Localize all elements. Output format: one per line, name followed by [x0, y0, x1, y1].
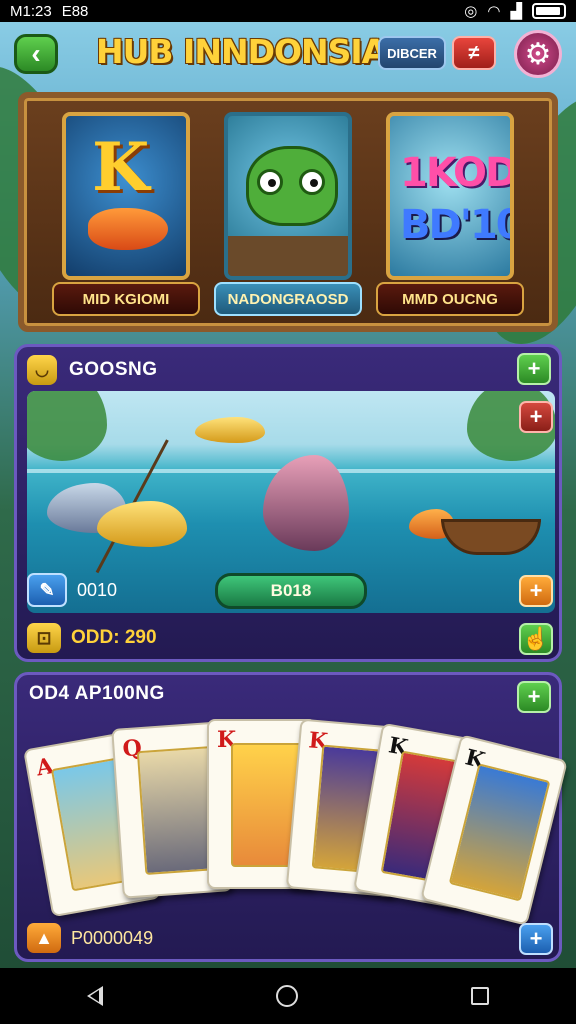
status-bar: M1:23 E88 ◎ ◠ ▟ — [0, 0, 576, 22]
add-button[interactable]: + — [517, 353, 551, 385]
panel-header: OD4 AP100NG — [29, 683, 165, 705]
nav-back-icon[interactable] — [86, 986, 103, 1006]
add-blue-button[interactable]: + — [519, 923, 553, 955]
nav-home-icon[interactable] — [275, 985, 298, 1007]
card-hand: A Q K K K K — [23, 715, 568, 926]
log-shape — [228, 236, 348, 276]
logo-line-2: BD'10 — [400, 202, 514, 248]
game-label: MID KGIOMI — [52, 282, 200, 316]
logo-line-1: 1KOD — [400, 150, 514, 196]
game-art-frog — [224, 112, 352, 280]
settings-button[interactable]: ⚙ — [514, 30, 562, 78]
status-extra: E88 — [61, 2, 89, 20]
panel-header: ◡ GOOSNG — [27, 355, 158, 385]
game-label: NADONGRAOSD — [214, 282, 362, 316]
panel-title: GOOSNG — [69, 359, 158, 380]
chevron-left-icon: ‹ — [31, 38, 41, 69]
odds-stat: ODD: 290 — [71, 627, 157, 648]
cards-panel: OD4 AP100NG + A Q K K K K ▲ P0000049 + — [14, 672, 568, 962]
nav-recents-icon[interactable] — [471, 987, 490, 1005]
app-title: HUB INNDONSIA — [96, 32, 387, 71]
koi-fish-icon — [88, 208, 168, 250]
panel-footer: ⊡ ODD: 290 — [27, 623, 555, 653]
panel-footer: ▲ P0000049 — [27, 923, 555, 953]
coin-icon: ⊡ — [27, 623, 61, 653]
wifi-icon: ◠ — [487, 3, 501, 20]
game-art-logo: 1KOD BD'10 — [386, 112, 514, 280]
remove-button[interactable]: + — [519, 401, 553, 433]
alarm-icon: ◎ — [464, 3, 478, 20]
edit-icon[interactable]: ✎ — [27, 573, 67, 607]
pointer-button[interactable]: ☝ — [519, 623, 553, 655]
fish-icon — [195, 417, 265, 443]
frog-icon — [246, 146, 338, 226]
back-button[interactable]: ‹ — [14, 34, 58, 74]
red-action-button[interactable]: ≠ — [452, 36, 496, 70]
fishing-panel: ◡ GOOSNG + + ✎ 0010 B018 + ⊡ ODD: 290 ☝ — [14, 344, 562, 662]
gear-icon: ⚙ — [524, 37, 552, 71]
warning-icon: ▲ — [27, 923, 61, 953]
signal-icon: ▟ — [510, 3, 522, 20]
chat-bubble-icon: ◡ — [27, 355, 57, 385]
order-button[interactable]: DIBCER — [378, 36, 446, 70]
boat-icon — [441, 519, 541, 555]
add-button[interactable]: + — [517, 681, 551, 713]
status-time: M1:23 — [10, 2, 52, 20]
game-card-1[interactable]: K MID KGIOMI — [52, 112, 200, 316]
system-nav-bar — [0, 968, 576, 1024]
game-art-letter: K — [92, 128, 150, 206]
top-bar: ‹ HUB INNDONSIA DIBCER ≠ ⚙ — [0, 22, 576, 86]
add-orange-button[interactable]: + — [519, 575, 553, 607]
panel-title: OD4 AP100NG — [29, 683, 165, 704]
game-art-koi: K — [62, 112, 190, 280]
left-stat: 0010 — [77, 579, 118, 600]
game-label: MMD OUCNG — [376, 282, 524, 316]
play-button[interactable]: B018 — [215, 573, 367, 609]
battery-icon — [532, 3, 566, 19]
points-stat: P0000049 — [71, 927, 154, 948]
game-card-2[interactable]: NADONGRAOSD — [214, 112, 362, 316]
game-card-3[interactable]: 1KOD BD'10 MMD OUCNG — [376, 112, 524, 316]
